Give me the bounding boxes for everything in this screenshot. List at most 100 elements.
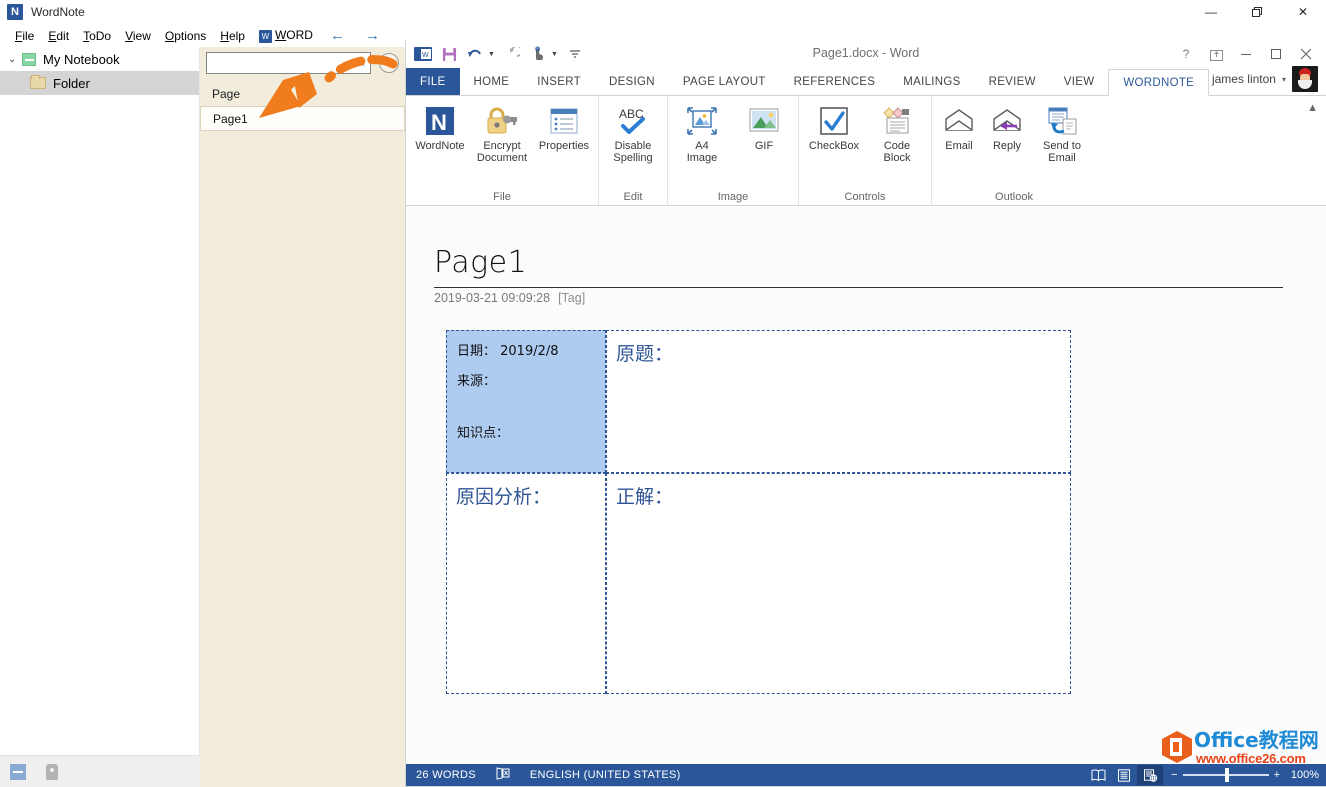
email-button[interactable]: Email <box>936 102 982 154</box>
touch-mode-icon[interactable] <box>527 43 549 65</box>
touch-mode-dropdown-icon[interactable]: ▼ <box>551 51 558 58</box>
print-layout-icon[interactable] <box>1111 765 1137 785</box>
gif-picture-icon <box>747 104 781 138</box>
tab-view[interactable]: VIEW <box>1050 68 1109 95</box>
encrypt-document-button[interactable]: EncryptDocument <box>472 102 532 166</box>
properties-button[interactable]: Properties <box>534 102 594 154</box>
code-block-icon <box>880 104 914 138</box>
zoom-in-button[interactable]: + <box>1274 769 1280 781</box>
table-row: 日期： 2019/2/8 来源： 知识点： 原题： <box>446 330 1071 473</box>
menu-help[interactable]: Help <box>213 26 252 46</box>
page-list-item-label: Page1 <box>213 112 248 126</box>
table-cell-cause-analysis[interactable]: 原因分析： <box>446 473 606 694</box>
reply-icon <box>991 104 1023 138</box>
tree-item-my-notebook[interactable]: ⌄ My Notebook <box>0 47 199 71</box>
word-count[interactable]: 26 WORDS <box>406 769 486 781</box>
reply-button-label: Reply <box>993 140 1021 152</box>
table-cell-metadata[interactable]: 日期： 2019/2/8 来源： 知识点： <box>446 330 606 473</box>
wordnote-close-button[interactable]: ✕ <box>1280 0 1326 24</box>
save-icon[interactable] <box>438 43 460 65</box>
tab-design[interactable]: DESIGN <box>595 68 669 95</box>
tab-review[interactable]: REVIEW <box>975 68 1050 95</box>
search-input[interactable] <box>207 53 370 73</box>
ribbon-group-controls: CheckBox CodeBlock <box>798 96 931 206</box>
nav-back-button[interactable]: ← <box>320 27 355 44</box>
menu-edit[interactable]: Edit <box>41 26 76 46</box>
page-list-item-page1[interactable]: Page1 <box>200 106 405 131</box>
envelope-icon <box>943 104 975 138</box>
customize-qat-icon[interactable] <box>564 43 586 65</box>
document-meta: 2019-03-21 09:09:28[Tag] <box>434 291 585 305</box>
tab-home[interactable]: HOME <box>460 68 524 95</box>
tab-page-layout[interactable]: PAGE LAYOUT <box>669 68 780 95</box>
avatar[interactable] <box>1292 66 1318 92</box>
proofing-errors-icon[interactable] <box>486 767 520 783</box>
redo-icon[interactable] <box>501 43 523 65</box>
menu-view[interactable]: View <box>118 26 158 46</box>
ribbon-group-file: N WordNote <box>406 96 598 206</box>
document-canvas[interactable]: Page1 2019-03-21 09:09:28[Tag] 日期： 2019/… <box>406 207 1326 764</box>
code-block-button[interactable]: CodeBlock <box>867 102 927 166</box>
tag-view-icon[interactable] <box>46 764 58 780</box>
page-list-pane: ✕ + Page Page1 <box>200 47 405 787</box>
menu-options[interactable]: Options <box>158 26 213 46</box>
table-cell-correct-answer[interactable]: 正解： <box>606 473 1071 694</box>
account-area[interactable]: james linton ▾ <box>1212 66 1326 95</box>
tree-item-folder[interactable]: Folder <box>0 71 199 95</box>
checkbox-icon <box>818 104 850 138</box>
notebook-bottom-toolbar <box>0 755 200 787</box>
word-close-button[interactable] <box>1292 43 1320 65</box>
a4-image-button[interactable]: A4Image <box>672 102 732 166</box>
tab-file[interactable]: FILE <box>406 68 460 95</box>
gif-button[interactable]: GIF <box>734 102 794 154</box>
tab-mailings[interactable]: MAILINGS <box>889 68 974 95</box>
ribbon-group-edit: ABC DisableSpelling Edit <box>598 96 667 206</box>
correct-answer-label: 正解： <box>607 474 1070 509</box>
original-question-label: 原题： <box>607 331 1070 366</box>
word-minimize-button[interactable] <box>1232 43 1260 65</box>
ribbon-group-outlook-label: Outlook <box>936 191 1092 206</box>
word-restore-button[interactable] <box>1262 43 1290 65</box>
tab-insert[interactable]: INSERT <box>523 68 595 95</box>
read-mode-icon[interactable] <box>1085 765 1111 785</box>
table-row: 原因分析： 正解： <box>446 473 1071 694</box>
disable-spelling-button[interactable]: ABC DisableSpelling <box>603 102 663 166</box>
checkbox-button[interactable]: CheckBox <box>803 102 865 154</box>
collapse-ribbon-icon[interactable]: ▲ <box>1307 102 1318 114</box>
zoom-level[interactable]: 100% <box>1285 769 1319 781</box>
clear-search-icon[interactable]: ✕ <box>356 56 366 70</box>
search-box[interactable]: ✕ <box>206 52 371 74</box>
menu-todo[interactable]: ToDo <box>76 26 118 46</box>
add-page-button[interactable]: + <box>379 53 399 73</box>
ribbon-display-options-button[interactable] <box>1202 43 1230 65</box>
quick-access-toolbar: W ▼ ▼ <box>412 43 586 65</box>
menu-file[interactable]: File <box>8 26 41 46</box>
help-button[interactable]: ? <box>1172 43 1200 65</box>
zoom-out-button[interactable]: − <box>1171 769 1177 781</box>
wordnote-button[interactable]: N WordNote <box>410 102 470 154</box>
zoom-slider[interactable] <box>1183 765 1269 785</box>
undo-icon[interactable] <box>464 43 486 65</box>
wordnote-maximize-button[interactable] <box>1234 0 1280 24</box>
chevron-down-icon[interactable]: ▾ <box>1282 75 1286 84</box>
cause-analysis-label: 原因分析： <box>447 474 605 509</box>
language-indicator[interactable]: ENGLISH (UNITED STATES) <box>520 769 691 781</box>
send-to-email-button[interactable]: Send toEmail <box>1032 102 1092 166</box>
tab-wordnote[interactable]: WORDNOTE <box>1108 69 1209 96</box>
wordnote-minimize-button[interactable]: — <box>1188 0 1234 24</box>
reply-button[interactable]: Reply <box>984 102 1030 154</box>
wordnote-title-bar: N WordNote — ✕ <box>0 0 1326 24</box>
code-block-button-label: CodeBlock <box>884 140 911 164</box>
zoom-control: − + 100% <box>1163 765 1319 785</box>
nav-forward-button[interactable]: → <box>355 27 390 44</box>
table-cell-original-question[interactable]: 原题： <box>606 330 1071 473</box>
web-layout-icon[interactable] <box>1137 765 1163 785</box>
notebook-view-icon[interactable] <box>10 764 26 780</box>
undo-dropdown-icon[interactable]: ▼ <box>488 51 495 58</box>
ribbon-group-edit-label: Edit <box>603 191 663 206</box>
chevron-down-icon[interactable]: ⌄ <box>8 54 22 65</box>
tab-references[interactable]: REFERENCES <box>780 68 890 95</box>
menu-word[interactable]: WWORD <box>252 25 320 45</box>
note-table: 日期： 2019/2/8 来源： 知识点： 原题： 原因分析： 正解： <box>446 330 1071 694</box>
meta-knowledge-line: 知识点： <box>447 389 605 441</box>
